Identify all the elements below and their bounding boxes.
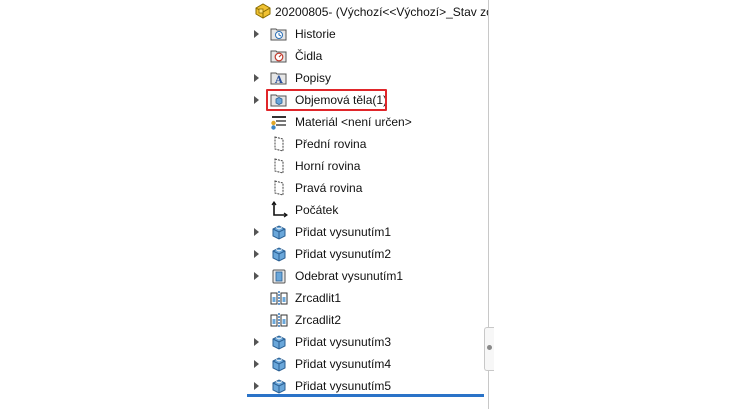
tree-item-historie[interactable]: Historie: [247, 23, 488, 45]
tree-item-label: Zrcadlit2: [295, 313, 342, 327]
tree-item-pocatek[interactable]: Počátek: [247, 199, 488, 221]
origin-icon: [270, 201, 288, 219]
expand-arrow-icon[interactable]: [254, 228, 259, 236]
part-icon: [254, 2, 272, 20]
tree-item-label: Horní rovina: [295, 159, 361, 173]
tree-item-zrcadlit1[interactable]: Zrcadlit1: [247, 287, 488, 309]
tree-item-label: Popisy: [295, 71, 332, 85]
tree-item-pridat-vysunutim3[interactable]: Přidat vysunutím3: [247, 331, 488, 353]
tree-item-label: Pravá rovina: [295, 181, 363, 195]
annotations-folder-icon: A: [270, 69, 288, 87]
panel-splitter-handle[interactable]: [484, 327, 494, 371]
selection-highlight-box: [266, 89, 387, 111]
tree-item-label: Historie: [295, 27, 336, 41]
tree-item-label: Přidat vysunutím1: [295, 225, 392, 239]
tree-item-label: Čidla: [295, 49, 323, 63]
tree-item-zrcadlit2[interactable]: Zrcadlit2: [247, 309, 488, 331]
tree-item-pridat-vysunutim4[interactable]: Přidat vysunutím4: [247, 353, 488, 375]
grip-dot-icon: [487, 345, 492, 350]
material-icon: [270, 113, 288, 131]
tree-item-label: Zrcadlit1: [295, 291, 342, 305]
tree-item-predni-rovina[interactable]: Přední rovina: [247, 133, 488, 155]
tree-item-material[interactable]: Materiál <není určen>: [247, 111, 488, 133]
expand-arrow-icon[interactable]: [254, 30, 259, 38]
tree-item-cidla[interactable]: Čidla: [247, 45, 488, 67]
expand-arrow-icon[interactable]: [254, 382, 259, 390]
plane-icon: [270, 157, 288, 175]
feature-manager-tree: 20200805- (Výchozí<<Výchozí>_Stav zol Hi…: [247, 0, 488, 409]
expand-arrow-icon[interactable]: [254, 74, 259, 82]
tree-item-pridat-vysunutim1[interactable]: Přidat vysunutím1: [247, 221, 488, 243]
expand-arrow-icon[interactable]: [254, 360, 259, 368]
history-folder-icon: [270, 25, 288, 43]
plane-icon: [270, 179, 288, 197]
tree-item-popisy[interactable]: A Popisy: [247, 67, 488, 89]
mirror-icon: [270, 289, 288, 307]
extrude-boss-icon: [270, 377, 288, 395]
tree-item-label: Přidat vysunutím5: [295, 379, 392, 393]
extrude-boss-icon: [270, 333, 288, 351]
svg-text:A: A: [274, 75, 283, 86]
tree-item-label: Materiál <není určen>: [295, 115, 412, 129]
tree-root-part[interactable]: 20200805- (Výchozí<<Výchozí>_Stav zol: [247, 1, 488, 23]
tree-item-pridat-vysunutim2[interactable]: Přidat vysunutím2: [247, 243, 488, 265]
mirror-icon: [270, 311, 288, 329]
extrude-boss-icon: [270, 223, 288, 241]
tree-item-label: Přidat vysunutím4: [295, 357, 392, 371]
expand-arrow-icon[interactable]: [254, 272, 259, 280]
tree-item-prava-rovina[interactable]: Pravá rovina: [247, 177, 488, 199]
tree-item-label: Přidat vysunutím2: [295, 247, 392, 261]
extrude-boss-icon: [270, 245, 288, 263]
tree-item-horni-rovina[interactable]: Horní rovina: [247, 155, 488, 177]
extrude-boss-icon: [270, 355, 288, 373]
sensors-folder-icon: [270, 47, 288, 65]
expand-arrow-icon[interactable]: [254, 338, 259, 346]
tree-item-label: Přidat vysunutím3: [295, 335, 392, 349]
tree-item-label: Odebrat vysunutím1: [295, 269, 404, 283]
extrude-cut-icon: [270, 267, 288, 285]
plane-icon: [270, 135, 288, 153]
expand-arrow-icon[interactable]: [254, 250, 259, 258]
expand-arrow-icon[interactable]: [254, 96, 259, 104]
tree-item-label: Přední rovina: [295, 137, 367, 151]
rollback-bar[interactable]: [247, 394, 484, 397]
tree-item-label: Počátek: [295, 203, 339, 217]
tree-item-odebrat-vysunutim1[interactable]: Odebrat vysunutím1: [247, 265, 488, 287]
tree-root-label: 20200805- (Výchozí<<Výchozí>_Stav zol: [275, 5, 488, 19]
